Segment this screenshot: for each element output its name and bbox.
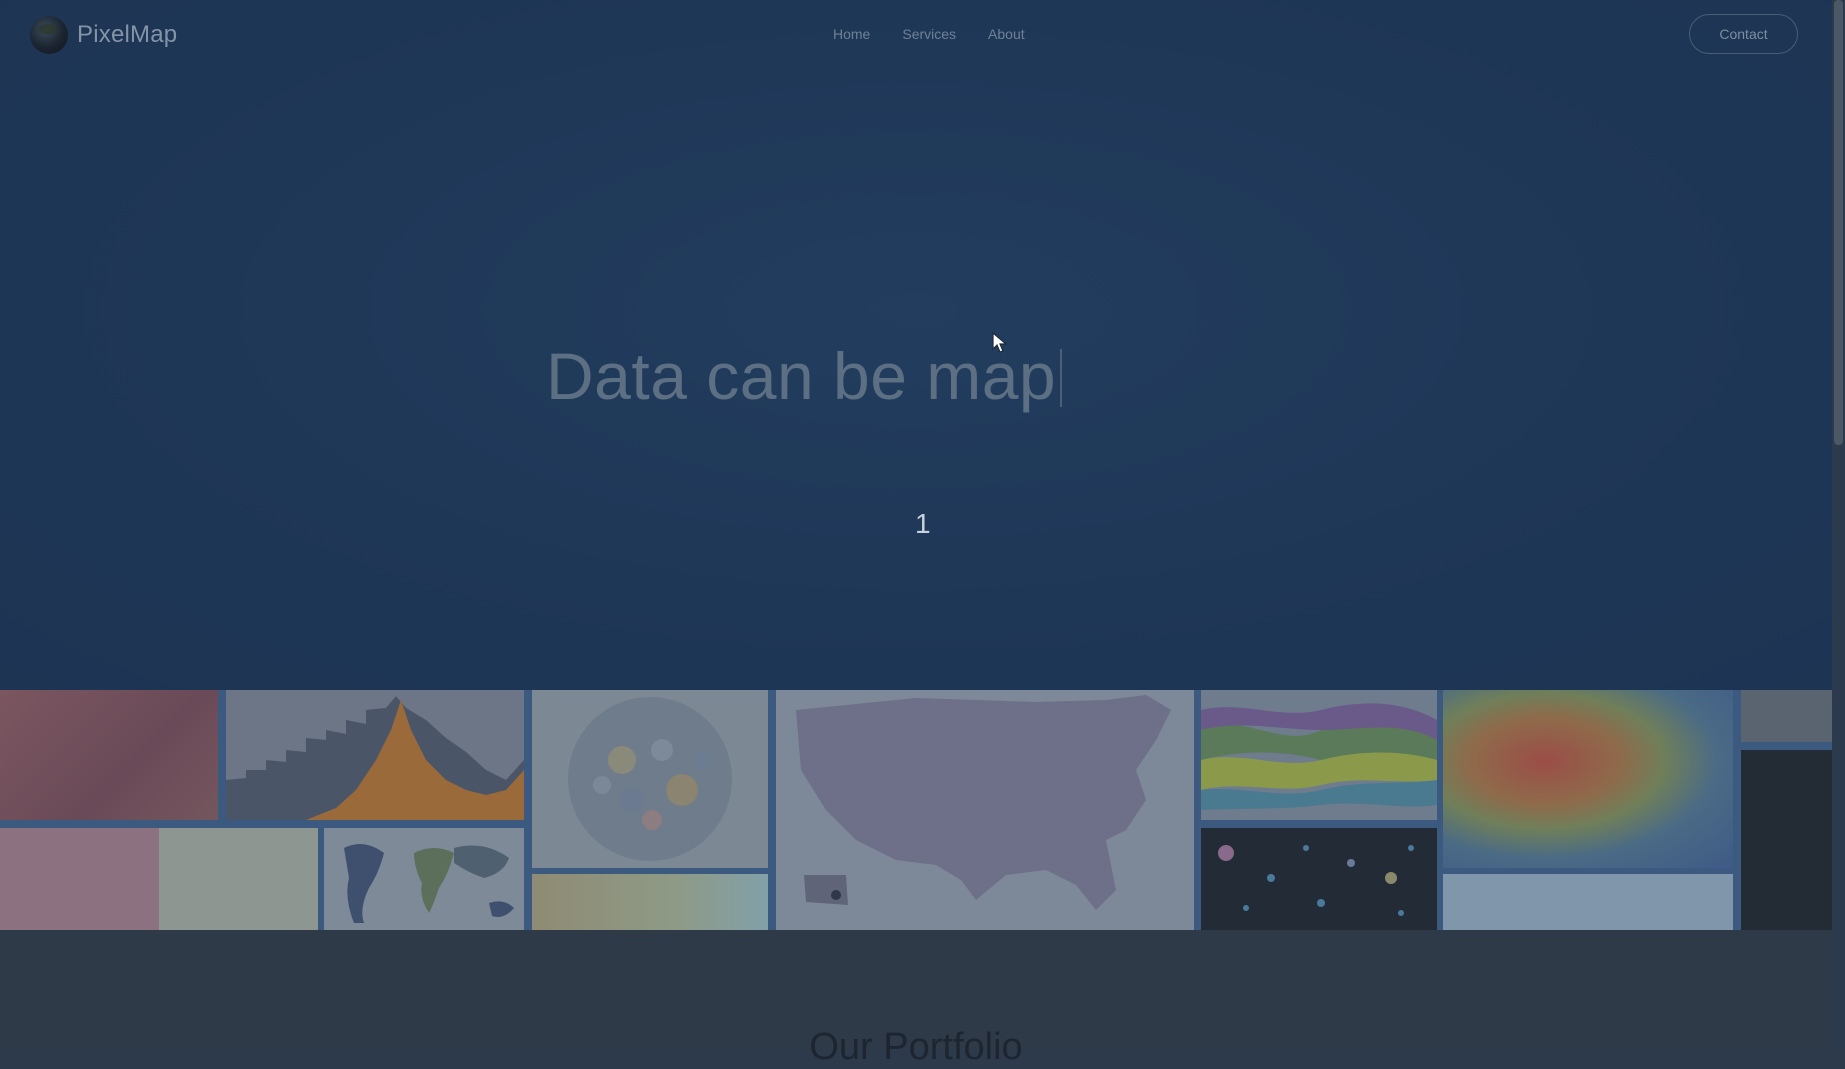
hero-headline: Data can be map <box>546 338 1063 414</box>
gallery-pink-map[interactable] <box>0 690 218 820</box>
nav-link-about[interactable]: About <box>988 26 1025 42</box>
typing-caret <box>1060 349 1063 407</box>
us-map-thumbnail <box>796 695 1171 910</box>
dot-plot-thumbnail <box>1218 845 1414 916</box>
nav-link-services[interactable]: Services <box>902 26 956 42</box>
gallery-satellite-map[interactable] <box>1443 874 1733 930</box>
gallery-world-map[interactable] <box>324 828 524 930</box>
portfolio-title: Our Portfolio <box>809 1026 1023 1068</box>
gallery-bubble-cluster[interactable] <box>532 690 768 868</box>
gallery-us-county-map[interactable] <box>776 690 1194 930</box>
contact-button[interactable]: Contact <box>1689 14 1798 54</box>
brand[interactable]: PixelMap <box>30 16 177 54</box>
bubble-cluster-thumbnail <box>568 697 732 861</box>
world-map-thumbnail <box>344 844 514 923</box>
mouse-cursor-icon <box>992 332 1008 353</box>
gallery-dot-plot[interactable] <box>1201 828 1437 930</box>
area-chart-thumbnail <box>226 696 524 820</box>
logo-globe-icon[interactable] <box>30 16 68 54</box>
main-menu: Home Services About <box>833 26 1025 42</box>
top-navigation: PixelMap Home Services About Contact <box>0 0 1832 70</box>
brand-name[interactable]: PixelMap <box>77 21 177 49</box>
streamgraph-thumbnail <box>1201 703 1437 810</box>
gallery-area-chart[interactable] <box>226 690 524 820</box>
gallery-small-photo[interactable] <box>1741 690 1832 742</box>
gallery-gradient-table[interactable] <box>532 874 768 930</box>
slide-counter: 1 <box>915 508 931 539</box>
gallery-heatmap[interactable] <box>1443 690 1733 868</box>
visualization-gallery <box>0 690 1832 930</box>
gallery-streamgraph[interactable] <box>1201 690 1437 820</box>
page-scrollbar-thumb[interactable] <box>1834 0 1843 445</box>
gallery-table[interactable] <box>0 828 318 930</box>
hero-section: PixelMap Home Services About Contact Dat… <box>0 0 1832 690</box>
gallery-night-map[interactable] <box>1741 750 1832 930</box>
hero-headline-text: Data can be map <box>546 339 1057 413</box>
nav-link-home[interactable]: Home <box>833 26 870 42</box>
